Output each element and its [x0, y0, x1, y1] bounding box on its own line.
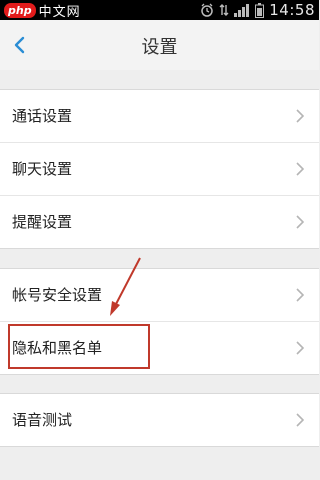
settings-section-3: 语音测试 [0, 393, 319, 447]
logo-php: php [4, 2, 36, 18]
settings-section-2: 帐号安全设置 隐私和黑名单 [0, 268, 319, 375]
settings-item-chat[interactable]: 聊天设置 [0, 142, 319, 195]
status-bar: php 中文网 14:58 [0, 0, 319, 20]
settings-item-account-security[interactable]: 帐号安全设置 [0, 269, 319, 321]
status-icons: 14:58 [200, 0, 315, 20]
chevron-right-icon [296, 215, 304, 229]
settings-section-1: 通话设置 聊天设置 提醒设置 [0, 89, 319, 249]
settings-item-label: 语音测试 [12, 411, 73, 429]
alarm-icon [201, 3, 214, 17]
chevron-right-icon [296, 341, 304, 355]
settings-item-label: 聊天设置 [12, 160, 73, 178]
data-transfer-icon [219, 4, 229, 16]
battery-icon [255, 2, 265, 18]
chevron-right-icon [296, 288, 304, 302]
watermark-logo: php 中文网 [4, 2, 81, 20]
logo-site-name: 中文网 [38, 4, 81, 20]
settings-item-voice-test[interactable]: 语音测试 [0, 394, 319, 446]
settings-item-label: 帐号安全设置 [12, 286, 103, 304]
status-time: 14:58 [269, 1, 315, 19]
title-bar: 设置 [0, 20, 319, 70]
settings-item-label: 提醒设置 [12, 213, 73, 231]
settings-item-reminder[interactable]: 提醒设置 [0, 195, 319, 248]
settings-item-label: 通话设置 [12, 107, 73, 125]
settings-item-call[interactable]: 通话设置 [0, 90, 319, 142]
chevron-right-icon [296, 413, 304, 427]
chevron-right-icon [296, 162, 304, 176]
page-title: 设置 [141, 37, 178, 58]
settings-item-label: 隐私和黑名单 [12, 339, 103, 357]
settings-item-privacy-blacklist[interactable]: 隐私和黑名单 [0, 321, 319, 374]
chevron-right-icon [296, 109, 304, 123]
signal-icon [234, 4, 250, 17]
